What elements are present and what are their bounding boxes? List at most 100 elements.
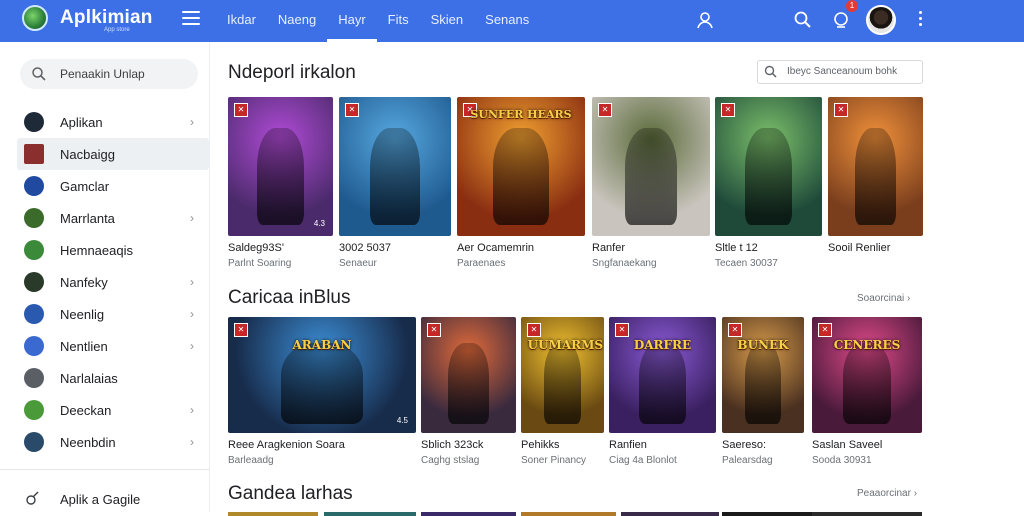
game-cover-image: ✕: [421, 317, 516, 433]
see-more-link[interactable]: Peaaorcinar ›: [857, 488, 917, 499]
person-circle-icon: [24, 336, 44, 356]
nav-tab-4[interactable]: Skien: [420, 0, 475, 42]
section-title-games: Gandea larhas: [228, 483, 353, 504]
game-cover-image: ✕ 4.3: [228, 97, 333, 236]
game-card-title: Saldeg93S': [228, 242, 284, 254]
sidebar-item-label: Nacbaigg: [60, 147, 115, 162]
game-card-peek[interactable]: [421, 512, 516, 516]
nav-tab-5[interactable]: Senans: [474, 0, 540, 42]
game-card-peek[interactable]: [722, 512, 812, 516]
app-title[interactable]: Aplkimian: [60, 7, 153, 29]
game-card[interactable]: ✕ DARFRE Ranfien Ciag 4a Blonlot: [609, 317, 716, 471]
sidebar-footer-link[interactable]: Aplik a Gagile: [24, 490, 204, 510]
publisher-badge-icon: ✕: [615, 323, 629, 337]
sidebar-item-label: Narlalaias: [60, 371, 118, 386]
sidebar-item[interactable]: Deeckan ›: [0, 394, 210, 426]
game-card-peek[interactable]: [324, 512, 416, 516]
nav-tab-2[interactable]: Hayr: [327, 0, 378, 42]
see-more-link[interactable]: Soaorcinai ›: [857, 293, 910, 304]
game-card-peek[interactable]: [521, 512, 616, 516]
publisher-badge-icon: ✕: [234, 323, 248, 337]
game-card[interactable]: ✕ ARABAN 4.5 Reee Aragkenion Soara Barleaadg: [228, 317, 416, 471]
game-card[interactable]: ✕ UUMARMS Pehikks Soner Pinancy: [521, 317, 604, 471]
sidebar-item[interactable]: Gamclar: [0, 170, 210, 202]
game-card-title: Sblich 323ck: [421, 439, 484, 451]
sidebar-item-label: Neenbdin: [60, 435, 116, 450]
game-card-title: Saereso:: [722, 439, 767, 451]
app-logo[interactable]: [22, 5, 48, 31]
sidebar-item[interactable]: Nentlien ›: [0, 330, 210, 362]
game-card-title: Sooil Renlier: [828, 242, 891, 254]
game-card[interactable]: ✕ SUNFER HEARS Aer Ocamemrin Paraenaes: [457, 97, 585, 274]
sidebar-item[interactable]: Hemnaeaqis: [0, 234, 210, 266]
game-card[interactable]: ✕ 4.3 Saldeg93S' Parlnt Soaring: [228, 97, 333, 274]
notification-badge: 1: [846, 0, 858, 12]
game-card-subtitle: Parlnt Soaring: [228, 258, 292, 269]
nav-tab-1[interactable]: Naeng: [267, 0, 327, 42]
game-card-title: Ranfer: [592, 242, 626, 254]
game-card-peek[interactable]: [621, 512, 719, 516]
account-icon[interactable]: [695, 10, 715, 30]
game-cover-image: ✕ ARABAN 4.5: [228, 317, 416, 433]
sidebar-footer-label: Aplik a Gagile: [60, 492, 141, 507]
sidebar: Penaakin Unlap Aplikan › Nacbaigg Gamclar Ma…: [0, 42, 210, 512]
sidebar-item[interactable]: Aplikan ›: [0, 106, 210, 138]
cover-title-text: SUNFER HEARS: [470, 108, 572, 122]
game-card[interactable]: ✕ Sltle t 12 Tecaen 30037: [715, 97, 822, 274]
hamburger-menu-icon[interactable]: [182, 11, 200, 27]
sidebar-item-label: Aplikan: [60, 115, 103, 130]
game-card[interactable]: ✕ Sooil Renlier: [828, 97, 923, 274]
notifications-icon[interactable]: [831, 10, 851, 30]
section-filter-input[interactable]: Ibeyc Sanceanoum bohk: [757, 60, 923, 84]
search-icon: [32, 67, 46, 81]
more-options-icon[interactable]: [918, 11, 924, 31]
section-title-featured: Ndeporl irkalon: [228, 62, 356, 83]
character-silhouette: [370, 127, 420, 225]
sidebar-item-label: Deeckan: [60, 403, 112, 418]
game-card[interactable]: ✕ Ranfer Sngfanaekang: [592, 97, 710, 274]
search-icon[interactable]: [793, 10, 813, 30]
publisher-badge-icon: ✕: [721, 103, 735, 117]
game-card-peek[interactable]: [812, 512, 922, 516]
game-card-title: Ranfien: [609, 439, 647, 451]
sidebar-item[interactable]: Nacbaigg: [17, 138, 209, 170]
game-card-title: Aer Ocamemrin: [457, 242, 535, 254]
sidebar-item-label: Nentlien: [60, 339, 108, 354]
game-card[interactable]: ✕ 3002 5037 Senaeur: [339, 97, 451, 274]
character-icon: [24, 208, 44, 228]
face-icon: [24, 240, 44, 260]
publisher-badge-icon: ✕: [834, 103, 848, 117]
game-card-peek[interactable]: [228, 512, 318, 516]
sidebar-item[interactable]: Neenlig ›: [0, 298, 210, 330]
landscape-icon: [24, 432, 44, 452]
controller-icon: [24, 176, 44, 196]
chevron-right-icon: ›: [190, 211, 194, 225]
game-card[interactable]: ✕ CENERES Saslan Saveel Sooda 30931: [812, 317, 922, 471]
game-card[interactable]: ✕ BUNEK Saereso: Palearsdag: [722, 317, 804, 471]
sidebar-item-label: Hemnaeaqis: [60, 243, 133, 258]
figure-icon: [24, 272, 44, 292]
chevron-right-icon: ›: [190, 403, 194, 417]
sidebar-search-input[interactable]: Penaakin Unlap: [20, 59, 198, 89]
home-icon: [24, 112, 44, 132]
game-card-subtitle: Tecaen 30037: [715, 258, 778, 269]
publisher-badge-icon: ✕: [728, 323, 742, 337]
character-silhouette: [854, 127, 897, 225]
character-silhouette: [257, 127, 304, 225]
sidebar-item[interactable]: Narlalaias: [0, 362, 210, 394]
game-cover-image: ✕: [715, 97, 822, 236]
sidebar-item[interactable]: Marrlanta ›: [0, 202, 210, 234]
game-card-subtitle: Ciag 4a Blonlot: [609, 455, 677, 466]
user-avatar[interactable]: [866, 5, 896, 35]
character-silhouette: [842, 342, 892, 424]
sidebar-item-label: Nanfeky: [60, 275, 108, 290]
character-silhouette: [625, 127, 677, 225]
game-card-subtitle: Caghg stslag: [421, 455, 480, 466]
nav-tab-0[interactable]: Ikdar: [216, 0, 267, 42]
game-card[interactable]: ✕ Sblich 323ck Caghg stslag: [421, 317, 516, 471]
sidebar-item[interactable]: Neenbdin ›: [0, 426, 210, 458]
section-title-casual: Caricaa inBlus: [228, 287, 351, 308]
game-cover-image: ✕ CENERES: [812, 317, 922, 433]
nav-tab-3[interactable]: Fits: [377, 0, 420, 42]
sidebar-item[interactable]: Nanfeky ›: [0, 266, 210, 298]
